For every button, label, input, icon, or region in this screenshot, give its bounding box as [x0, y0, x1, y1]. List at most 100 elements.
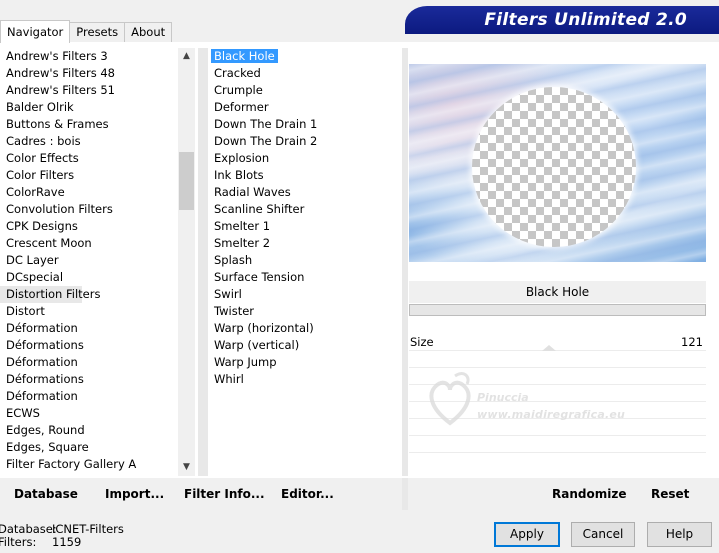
filter-info-button[interactable]: Filter Info... [184, 487, 265, 501]
database-button[interactable]: Database [14, 487, 78, 501]
filter-item[interactable]: Ink Blots [210, 167, 400, 184]
filter-item[interactable]: Cracked [210, 65, 400, 82]
category-item[interactable]: DC Layer [0, 252, 178, 269]
tab-presets[interactable]: Presets [69, 22, 126, 42]
category-item[interactable]: Cadres : bois [0, 133, 178, 150]
filter-item[interactable]: Crumple [210, 82, 400, 99]
category-item[interactable]: Andrew's Filters 48 [0, 65, 178, 82]
filter-item-label: Splash [214, 253, 253, 267]
category-item[interactable]: Color Filters [0, 167, 178, 184]
category-item[interactable]: DCspecial [0, 269, 178, 286]
filter-item[interactable]: Twister [210, 303, 400, 320]
divider [402, 478, 408, 510]
filter-item-label: Crumple [214, 83, 263, 97]
filter-item[interactable]: Splash [210, 252, 400, 269]
filter-item[interactable]: Swirl [210, 286, 400, 303]
category-item[interactable]: Distortion Filters [0, 286, 100, 303]
watermark-url: www.maidiregrafica.eu [477, 408, 626, 421]
category-item[interactable]: Buttons & Frames [0, 116, 178, 133]
preview-image [409, 64, 706, 262]
category-item[interactable]: Color Effects [0, 150, 178, 167]
divider [198, 48, 208, 476]
param-row-empty [409, 436, 706, 453]
filter-item-label: Cracked [214, 66, 261, 80]
category-item[interactable]: Andrew's Filters 3 [0, 48, 178, 65]
tab-navigator[interactable]: Navigator [0, 20, 71, 43]
category-item[interactable]: Andrew's Filters 51 [0, 82, 178, 99]
category-scrollbar[interactable]: ▲ ▼ [178, 48, 195, 476]
import-button[interactable]: Import... [105, 487, 164, 501]
filter-item-label: Radial Waves [214, 185, 291, 199]
filter-item-label: Deformer [214, 100, 269, 114]
filter-item-label: Warp Jump [214, 355, 277, 369]
title-banner: Filters Unlimited 2.0 [405, 6, 719, 34]
filter-item-label: Warp (vertical) [214, 338, 300, 352]
scroll-down-icon[interactable]: ▼ [178, 459, 195, 476]
cancel-button[interactable]: Cancel [571, 522, 635, 547]
filter-item-label: Down The Drain 1 [214, 117, 318, 131]
filter-item[interactable]: Black Hole [210, 48, 400, 65]
param-row-size[interactable]: Size 121 [409, 334, 706, 351]
filter-item[interactable]: Surface Tension [210, 269, 400, 286]
help-button[interactable]: Help [647, 522, 712, 547]
tab-about[interactable]: About [124, 22, 173, 42]
filter-item[interactable]: Radial Waves [210, 184, 400, 201]
category-item[interactable]: Edges, Square [0, 439, 178, 456]
filter-item-label: Black Hole [211, 49, 278, 63]
watermark-logo: Pinuccia www.maidiregrafica.eu [425, 368, 655, 428]
filter-item[interactable]: Explosion [210, 150, 400, 167]
category-item[interactable]: ColorRave [0, 184, 178, 201]
filter-item[interactable]: Smelter 1 [210, 218, 400, 235]
reset-button[interactable]: Reset [651, 487, 689, 501]
category-item[interactable]: Déformation [0, 388, 178, 405]
scroll-up-icon[interactable]: ▲ [178, 48, 195, 65]
filter-item[interactable]: Deformer [210, 99, 400, 116]
transparent-hole [472, 87, 636, 247]
param-row-empty [409, 351, 706, 368]
filter-item-label: Explosion [214, 151, 270, 165]
filter-item-label: Down The Drain 2 [214, 134, 318, 148]
watermark-name: Pinuccia [477, 391, 529, 404]
filter-item[interactable]: Smelter 2 [210, 235, 400, 252]
filter-item-label: Scanline Shifter [214, 202, 305, 216]
randomize-button[interactable]: Randomize [552, 487, 626, 501]
param-value: 121 [681, 335, 703, 349]
apply-button[interactable]: Apply [494, 522, 560, 547]
filter-item-label: Surface Tension [214, 270, 305, 284]
category-list[interactable]: Andrew's Filters 3 Andrew's Filters 48 And… [0, 48, 178, 476]
filter-list[interactable]: Black Hole Cracked Crumple Deformer Down The… [210, 48, 400, 476]
category-item[interactable]: Convolution Filters [0, 201, 178, 218]
progress-bar [409, 304, 706, 316]
scroll-thumb[interactable] [179, 152, 194, 210]
filter-item[interactable]: Down The Drain 2 [210, 133, 400, 150]
category-item[interactable]: Filter Factory Gallery A [0, 456, 178, 473]
param-label: Size [410, 335, 434, 349]
filters-label: Filters: [0, 535, 37, 549]
preview-filter-name: Black Hole [409, 281, 706, 303]
heart-swirl-icon [429, 372, 471, 426]
filter-item[interactable]: Down The Drain 1 [210, 116, 400, 133]
divider [402, 48, 408, 476]
editor-button[interactable]: Editor... [281, 487, 334, 501]
filter-item[interactable]: Warp (vertical) [210, 337, 400, 354]
filter-item-label: Smelter 2 [214, 236, 271, 250]
database-label: Database: [0, 522, 57, 536]
category-item[interactable]: Déformation [0, 354, 178, 371]
category-item[interactable]: Crescent Moon [0, 235, 178, 252]
category-item[interactable]: Déformations [0, 371, 178, 388]
filter-item-label: Smelter 1 [214, 219, 271, 233]
category-item[interactable]: ECWS [0, 405, 178, 422]
filter-item-label: Ink Blots [214, 168, 264, 182]
category-item[interactable]: Déformation [0, 320, 178, 337]
category-item[interactable]: Edges, Round [0, 422, 178, 439]
category-item[interactable]: CPK Designs [0, 218, 178, 235]
filter-item[interactable]: Warp Jump [210, 354, 400, 371]
category-item[interactable]: Distort [0, 303, 178, 320]
filter-item[interactable]: Scanline Shifter [210, 201, 400, 218]
filter-item[interactable]: Warp (horizontal) [210, 320, 400, 337]
filter-item-label: Warp (horizontal) [214, 321, 314, 335]
category-item[interactable]: Balder Olrik [0, 99, 178, 116]
filter-item[interactable]: Whirl [210, 371, 400, 388]
filter-item-label: Whirl [214, 372, 244, 386]
category-item[interactable]: Déformations [0, 337, 178, 354]
